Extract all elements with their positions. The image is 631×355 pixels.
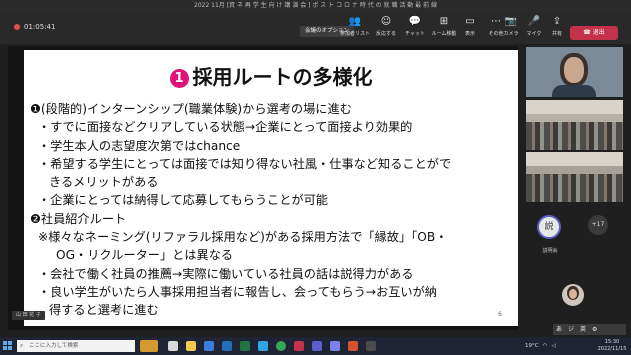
ime-hiragana[interactable]: あ [556,324,562,335]
taskbar-clock[interactable]: 15:30 2022/11/15 [594,339,630,353]
ime-english[interactable]: 英 [580,324,586,335]
slide-line: ・すでに面接などクリアしている状態→企業にとって面接より効果的 [38,120,413,135]
chat-label: チャット [405,31,425,37]
word-icon[interactable] [222,341,232,351]
presenter-name-tag: 山 田 花 子 [12,311,45,320]
taskbar-search-input[interactable]: ⌕ ここに入力して検索 [17,340,135,352]
mail-icon[interactable] [204,341,214,351]
acrobat-icon[interactable] [294,341,304,351]
participants-label: 参加者リスト [340,31,371,37]
powerpoint-icon[interactable] [348,341,358,351]
app-icon[interactable] [366,341,376,351]
meeting-timer: 01:05:41 [14,23,55,31]
share-button[interactable]: ⇪ 共有 [542,15,572,37]
ime-mode[interactable]: ジ [568,324,574,335]
chat-button[interactable]: 💬 チャット [400,15,430,37]
system-tray: 19°C ◠ ◁ [525,339,556,353]
clock-date: 2022/11/15 [597,346,627,352]
network-icon[interactable]: ◠ [543,343,548,349]
windows-taskbar: ⌕ ここに入力して検索 19°C ◠ ◁ 15:30 2022/11/15 [0,337,631,355]
search-icon: ⌕ [20,342,24,349]
presentation-slide: 1 採用ルートの多様化 ❶(段階的)インターンシップ(職業体験)から選考の場に進む… [24,50,518,326]
more-participants-button[interactable]: +17 [588,215,608,235]
slide-line: ・企業にとっては納得して応募してもらうことが可能 [38,193,328,208]
slide-line: OG・リクルーター」とは異なる [56,248,234,263]
slide-line: ❶(段階的)インターンシップ(職業体験)から選考の場に進む [30,102,352,116]
react-button[interactable]: ☺ 反応する [371,15,401,37]
react-label: 反応する [375,31,396,37]
leave-label: 退出 [592,29,605,36]
slide-title: 1 採用ルートの多様化 [24,61,518,90]
slide-line: ※様々なネーミング(リファラル採用など)がある採用方法で「縁故」「OB・ [38,230,448,245]
teams-meeting-icon[interactable] [330,341,340,351]
slide-title-text: 採用ルートの多様化 [192,65,373,89]
file-explorer-icon[interactable] [186,341,196,351]
slide-line: 得すると選考に進む [49,303,159,318]
excel-icon[interactable] [240,341,250,351]
person-body [552,85,596,97]
slide-line: ・希望する学生にとっては面接では知り得ない社風・仕事など知ることがで [38,156,452,171]
slide-line: きるメリットがある [49,175,159,190]
volume-icon[interactable]: ◁ [551,343,555,349]
classroom-ceiling [526,100,623,114]
participant-avatar[interactable]: 説 [537,215,561,239]
audience-group [526,122,623,150]
weather-widget-icon[interactable] [140,340,158,352]
temperature-text: 19°C [525,343,539,349]
page-number: 6 [498,311,502,318]
participants-button[interactable]: 👥 参加者リスト [340,15,370,37]
chat-icon: 💬 [408,16,422,27]
task-view-icon[interactable] [168,341,178,351]
slide-body: ❶(段階的)インターンシップ(職業体験)から選考の場に進む・すでに面接などクリア… [30,100,512,320]
teams-icon[interactable] [312,341,322,351]
slide-line: ・学生本人の志望度次第ではchance [38,138,241,153]
smiley-icon: ☺ [380,16,392,27]
search-placeholder: ここに入力して検索 [29,343,79,349]
avatar-face [569,289,577,299]
video-tile-audience-1[interactable] [526,100,623,150]
shared-screen: 1 採用ルートの多様化 ❶(段階的)インターンシップ(職業体験)から選考の場に進む… [8,46,518,330]
window-title: 2022 11月 [資 ネ 再 学 生 向 け 講 演 会 ] ポ ス ト コ … [0,0,631,11]
meeting-toolbar: 01:05:41 会議のオプション 👥 参加者リスト ☺ 反応する 💬 チャット… [0,11,631,44]
share-icon: ⇪ [552,16,562,27]
timer-text: 01:05:41 [24,23,56,31]
participant-avatar-name: 説明会 [542,248,558,254]
edge-icon[interactable] [258,341,268,351]
phone-icon: ☎ [583,29,591,36]
slide-line: ・良い学生がいたら人事採用担当者に報告し、会ってもらう→お互いが納 [38,284,437,299]
person-face [564,57,584,83]
video-tile-audience-2[interactable] [526,152,623,202]
share-label: 共有 [551,31,562,37]
video-tile-speaker[interactable] [526,47,623,97]
windows-start-icon[interactable] [3,341,13,351]
ime-settings-icon[interactable]: ⚙ [592,324,597,335]
clock-time: 15:30 [604,339,620,345]
slide-line: ❷社員紹介ルート [30,211,127,226]
recording-icon [14,24,20,30]
people-icon: 👥 [348,16,362,27]
slide-line: ・会社で働く社員の推薦→実際に働いている社員の話は説得力がある [38,266,414,281]
classroom-ceiling [526,152,623,166]
self-view-avatar [562,284,584,306]
chrome-icon[interactable] [276,341,286,351]
audience-group [526,174,623,202]
leave-button[interactable]: ☎ 退出 [570,26,618,40]
ime-toolbar: あ ジ 英 ⚙ [553,324,626,335]
title-number: 1 [169,69,189,88]
